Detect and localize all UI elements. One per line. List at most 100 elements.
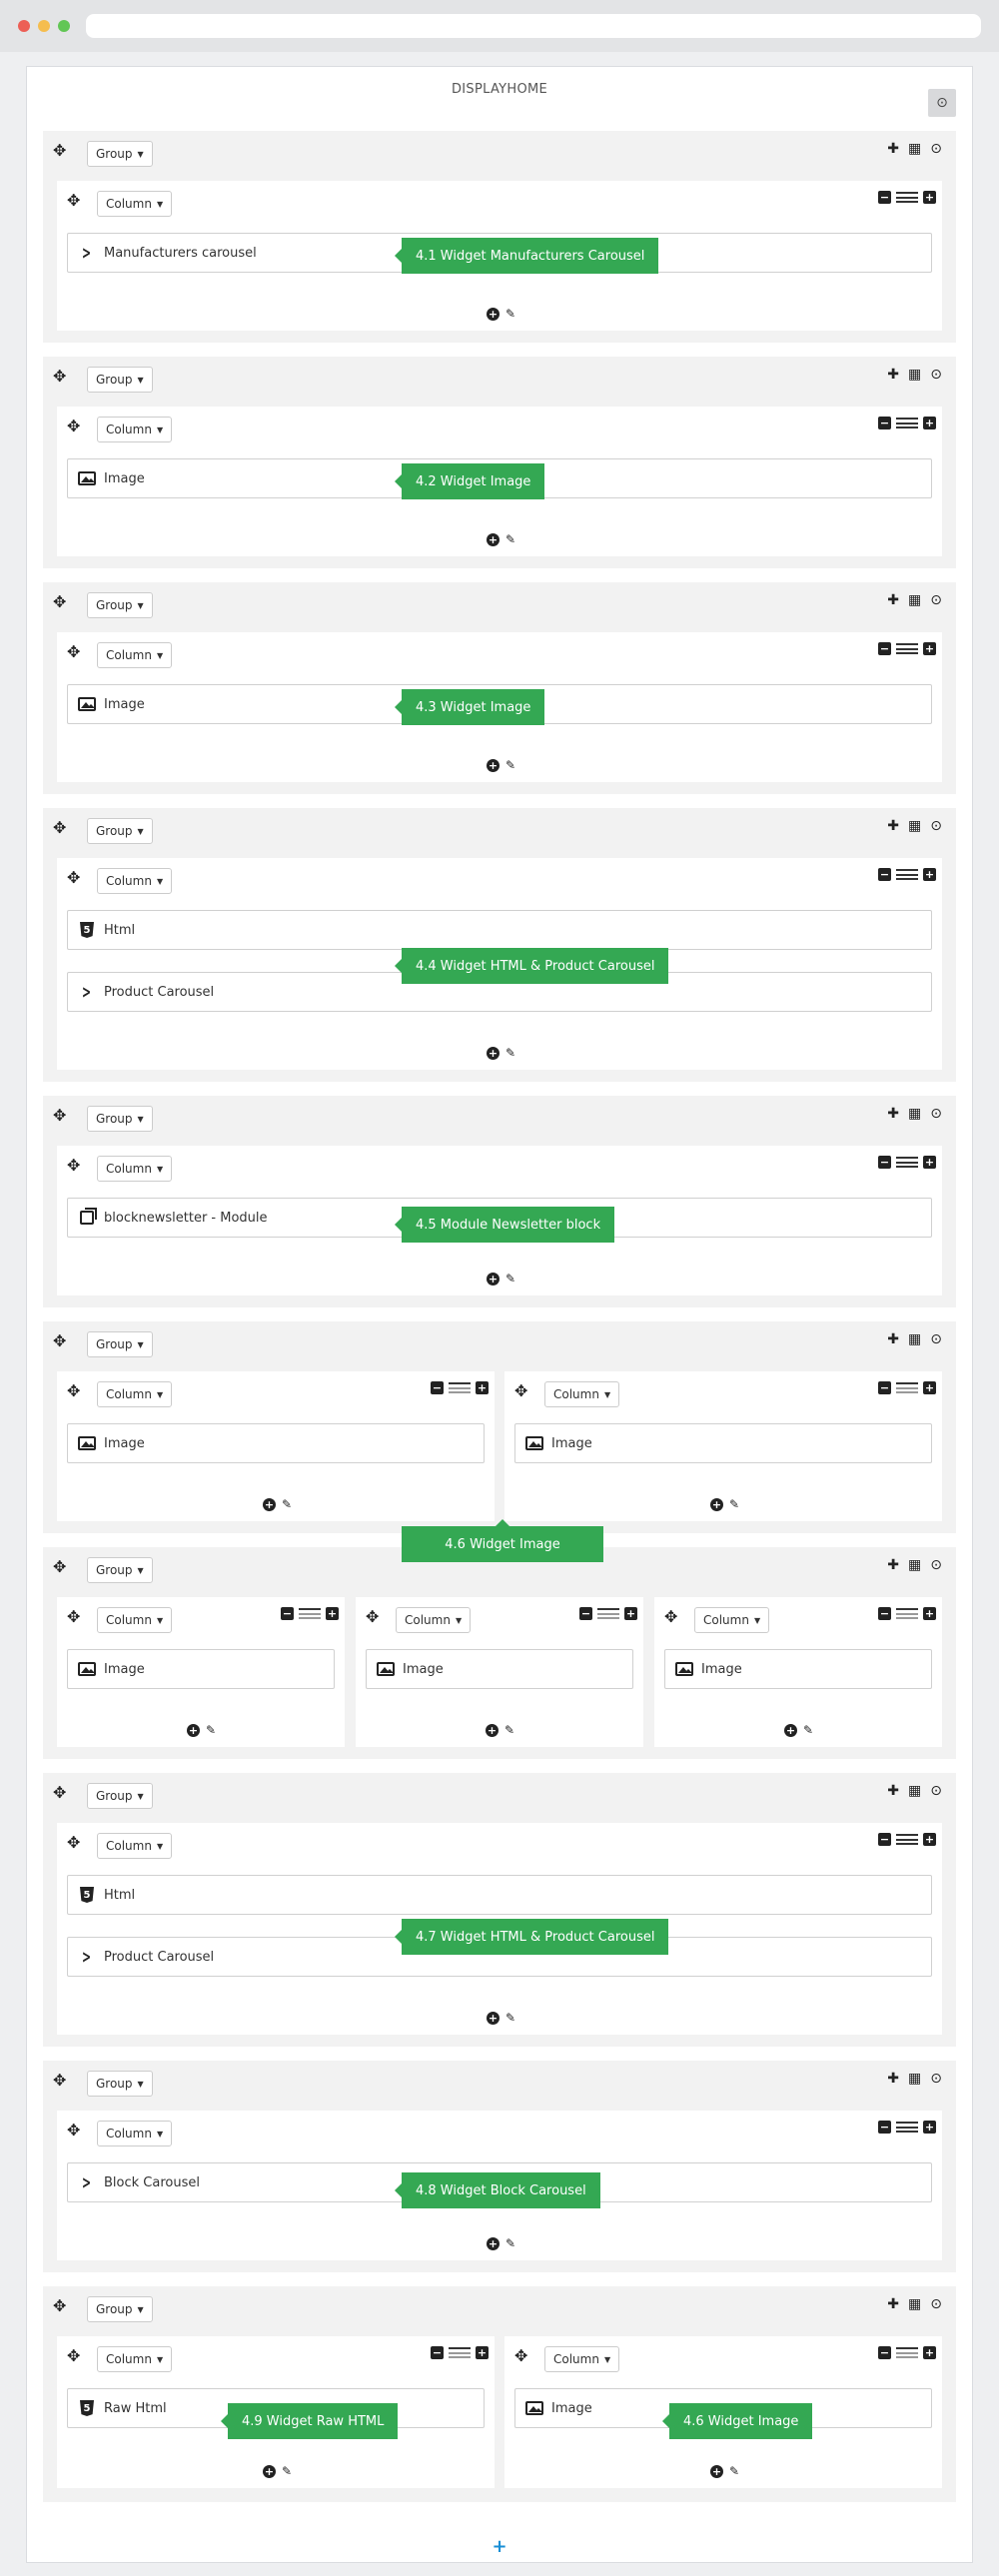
circle-arrow-icon[interactable]: ⊙ [930,1106,942,1122]
plus-icon[interactable]: ✚ [887,2296,899,2312]
widget-image[interactable]: Image [664,1649,932,1689]
bars-icon[interactable] [449,2347,471,2358]
bars-icon[interactable] [896,1382,918,1393]
pencil-icon[interactable]: ✎ [504,1723,514,1737]
circle-arrow-icon[interactable]: ⊙ [930,1331,942,1347]
column-dropdown[interactable]: Column ▼ [97,2121,173,2147]
plus-icon[interactable]: + [923,1833,936,1846]
minus-icon[interactable]: − [878,868,891,881]
minus-icon[interactable]: − [281,1607,294,1620]
plus-circle-icon[interactable]: + [487,307,500,321]
pencil-icon[interactable]: ✎ [505,532,515,546]
plus-icon[interactable]: + [476,1381,489,1394]
plus-icon[interactable]: + [923,2121,936,2134]
plus-icon[interactable]: ✚ [887,592,899,608]
bars-icon[interactable] [896,418,918,429]
plus-circle-icon[interactable]: + [487,2011,500,2025]
circle-arrow-icon[interactable]: ⊙ [930,2296,942,2312]
minus-icon[interactable]: − [431,1381,444,1394]
group-dropdown[interactable]: Group ▼ [87,2296,153,2322]
move-icon[interactable]: ✥ [53,1559,66,1575]
pencil-icon[interactable]: ✎ [505,2011,515,2025]
grid-icon[interactable]: ▦ [908,1106,921,1122]
plus-icon[interactable]: ✚ [887,141,899,157]
widget-image[interactable]: Image [67,1649,335,1689]
grid-icon[interactable]: ▦ [908,2296,921,2312]
move-icon[interactable]: ✥ [67,2123,80,2139]
plus-icon[interactable]: + [923,1381,936,1394]
plus-circle-icon[interactable]: + [710,1497,723,1511]
column-dropdown[interactable]: Column ▼ [97,1607,173,1633]
move-icon[interactable]: ✥ [67,644,80,660]
move-icon[interactable]: ✥ [53,143,66,159]
move-icon[interactable]: ✥ [664,1609,677,1625]
minus-icon[interactable]: − [878,1833,891,1846]
circle-arrow-icon[interactable]: ⊙ [930,1557,942,1573]
pencil-icon[interactable]: ✎ [282,1497,292,1511]
widget-image[interactable]: Image [67,1423,485,1463]
move-icon[interactable]: ✥ [53,1108,66,1124]
plus-icon[interactable]: + [326,1607,339,1620]
minus-icon[interactable]: − [431,2346,444,2359]
plus-circle-icon[interactable]: + [784,1723,797,1737]
plus-circle-icon[interactable]: + [263,1497,276,1511]
pencil-icon[interactable]: ✎ [505,2236,515,2250]
grid-icon[interactable]: ▦ [908,141,921,157]
plus-icon[interactable]: + [476,2346,489,2359]
bars-icon[interactable] [896,2347,918,2358]
plus-circle-icon[interactable]: + [487,1046,500,1060]
bars-icon[interactable] [299,1608,321,1619]
group-dropdown[interactable]: Group ▼ [87,592,153,618]
group-dropdown[interactable]: Group ▼ [87,1331,153,1357]
bars-icon[interactable] [449,1382,471,1393]
minus-icon[interactable]: − [878,2346,891,2359]
minimize-dot[interactable] [38,20,50,32]
group-dropdown[interactable]: Group ▼ [87,1557,153,1583]
move-icon[interactable]: ✥ [514,2348,527,2364]
minus-icon[interactable]: − [878,1156,891,1169]
move-icon[interactable]: ✥ [53,1785,66,1801]
plus-icon[interactable]: + [923,191,936,204]
minus-icon[interactable]: − [878,2121,891,2134]
move-icon[interactable]: ✥ [67,1158,80,1174]
plus-circle-icon[interactable]: + [487,2236,500,2250]
move-icon[interactable]: ✥ [67,1835,80,1851]
plus-circle-icon[interactable]: + [263,2464,276,2478]
circle-arrow-icon[interactable]: ⊙ [930,1783,942,1799]
plus-icon[interactable]: ✚ [887,1783,899,1799]
plus-icon[interactable]: + [923,417,936,429]
plus-icon[interactable]: + [624,1607,637,1620]
pencil-icon[interactable]: ✎ [505,1046,515,1060]
column-dropdown[interactable]: Column ▼ [544,2346,620,2372]
column-dropdown[interactable]: Column ▼ [694,1607,770,1633]
grid-icon[interactable]: ▦ [908,1557,921,1573]
column-dropdown[interactable]: Column ▼ [97,868,173,894]
column-dropdown[interactable]: Column ▼ [544,1381,620,1407]
grid-icon[interactable]: ▦ [908,592,921,608]
pencil-icon[interactable]: ✎ [803,1723,813,1737]
address-bar[interactable] [86,14,981,38]
plus-icon[interactable]: ✚ [887,818,899,834]
pencil-icon[interactable]: ✎ [505,1272,515,1286]
widget-image[interactable]: Image [514,1423,932,1463]
grid-icon[interactable]: ▦ [908,1331,921,1347]
plus-icon[interactable]: ✚ [887,1557,899,1573]
grid-icon[interactable]: ▦ [908,2071,921,2087]
column-dropdown[interactable]: Column ▼ [97,417,173,442]
widget-html[interactable]: 5 Html [67,910,932,950]
group-dropdown[interactable]: Group ▼ [87,141,153,167]
grid-icon[interactable]: ▦ [908,1783,921,1799]
pencil-icon[interactable]: ✎ [505,307,515,321]
move-icon[interactable]: ✥ [53,1333,66,1349]
move-icon[interactable]: ✥ [67,193,80,209]
plus-circle-icon[interactable]: + [487,532,500,546]
pencil-icon[interactable]: ✎ [729,2464,739,2478]
bars-icon[interactable] [896,643,918,654]
group-dropdown[interactable]: Group ▼ [87,818,153,844]
grid-icon[interactable]: ▦ [908,818,921,834]
pencil-icon[interactable]: ✎ [505,758,515,772]
column-dropdown[interactable]: Column ▼ [97,1833,173,1859]
bars-icon[interactable] [896,1608,918,1619]
circle-arrow-icon[interactable]: ⊙ [930,367,942,383]
move-icon[interactable]: ✥ [366,1609,379,1625]
